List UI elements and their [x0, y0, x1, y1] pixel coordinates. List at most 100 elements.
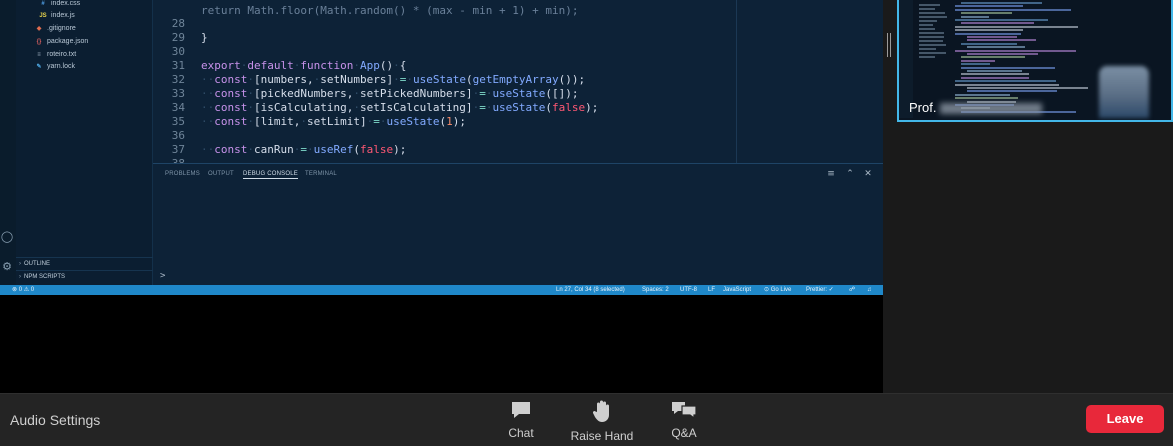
chat-button[interactable]: Chat	[501, 400, 541, 440]
video-file-line	[919, 48, 936, 50]
tab-problems[interactable]: PROBLEMS	[165, 171, 200, 177]
tab-output[interactable]: OUTPUT	[208, 171, 234, 177]
code-line: 38 ··useEffect(()·=>·{	[153, 143, 327, 184]
file-item[interactable]: ✎ yarn.lock	[34, 61, 75, 73]
audio-settings-button[interactable]: Audio Settings	[10, 412, 100, 428]
file-item[interactable]: {} package.json	[34, 36, 89, 48]
hand-icon	[592, 400, 609, 422]
participant-name: Prof.	[909, 100, 1043, 115]
video-code-line	[961, 22, 1034, 25]
file-name: yarn.lock	[47, 63, 76, 70]
qa-button[interactable]: Q&A	[666, 400, 702, 440]
vscode-window: ◯ ⚙ # index.css JS index.js ◆ .gitignore {}…	[0, 0, 883, 295]
leave-button[interactable]: Leave	[1086, 405, 1164, 433]
video-code-line	[961, 15, 989, 18]
file-item[interactable]: ◆ .gitignore	[34, 23, 76, 35]
tab-debug-console[interactable]: DEBUG CONSOLE	[243, 171, 298, 179]
npm-scripts-section[interactable]: › NPM SCRIPTS	[16, 270, 153, 282]
video-file-line	[919, 32, 944, 34]
file-name: roteiro.txt	[47, 51, 77, 58]
editor-ruler	[736, 0, 737, 163]
meeting-controls: Audio Settings Chat Raise Hand Q&A Leave	[0, 393, 1173, 446]
video-code-line	[955, 49, 1076, 52]
cursor-position[interactable]: Ln 27, Col 34 (8 selected)	[556, 285, 625, 295]
video-code-line	[961, 76, 1029, 79]
video-file-line	[919, 24, 933, 26]
raise-hand-button[interactable]: Raise Hand	[566, 400, 638, 443]
resize-handle[interactable]	[887, 33, 891, 57]
video-code-line	[967, 46, 1025, 49]
file-item[interactable]: ≡ roteiro.txt	[34, 49, 76, 61]
chevron-up-icon[interactable]: ⌃	[845, 169, 855, 179]
code-editor[interactable]: return Math.floor(Math.random() * (max -…	[153, 0, 883, 198]
video-file-line	[919, 52, 946, 54]
file-name: index.js	[51, 12, 75, 19]
video-code-line	[955, 83, 1059, 86]
close-icon[interactable]: ✕	[863, 169, 873, 179]
file-item[interactable]: JS index.js	[38, 10, 75, 22]
participant-panel: Prof.	[883, 0, 1173, 393]
video-code-line	[967, 70, 1022, 72]
video-file-line	[919, 40, 943, 42]
video-code-line	[955, 97, 1018, 100]
code-line: 29	[153, 17, 219, 44]
code-line: 33 ··const·[isCalculating,·setIsCalculat…	[153, 73, 599, 114]
file-name: .gitignore	[47, 25, 76, 32]
video-code-line	[955, 29, 1023, 32]
shared-screen: ◯ ⚙ # index.css JS index.js ◆ .gitignore {}…	[0, 0, 883, 393]
text-file-icon: ≡	[37, 52, 41, 58]
video-file-line	[919, 8, 935, 10]
go-live-label: Go Live	[770, 287, 792, 293]
tab-terminal[interactable]: TERMINAL	[305, 171, 337, 177]
feedback-icon[interactable]: ☍	[849, 285, 855, 295]
bell-icon[interactable]: ♫	[867, 285, 872, 295]
file-item[interactable]: # index.css	[38, 0, 80, 10]
section-label: NPM SCRIPTS	[24, 274, 66, 280]
video-code-line	[955, 19, 1048, 21]
video-file-line	[919, 12, 945, 14]
video-file-line	[919, 16, 947, 18]
chevron-right-icon: ›	[19, 261, 21, 267]
indent-status[interactable]: Spaces: 2	[642, 285, 669, 295]
video-code-line	[955, 8, 1071, 11]
chat-icon	[512, 402, 530, 418]
code-line: 28 }	[153, 3, 219, 44]
css-file-icon: #	[41, 1, 45, 7]
file-name: package.json	[47, 38, 89, 45]
go-live-button[interactable]: ⊙ Go Live	[764, 285, 791, 295]
console-prompt[interactable]: >	[160, 271, 165, 281]
code-line: 35	[153, 101, 219, 128]
git-file-icon: ◆	[36, 26, 42, 32]
code-fragment: return Math.floor(Math.random() * (max -…	[201, 4, 579, 17]
meeting-window: ◯ ⚙ # index.css JS index.js ◆ .gitignore {}…	[0, 0, 1173, 446]
video-code-line	[961, 12, 1012, 15]
video-code-line	[961, 2, 1042, 4]
video-file-line	[919, 44, 946, 46]
video-code-line	[961, 73, 1029, 76]
video-file-line	[919, 4, 940, 6]
outline-section[interactable]: › OUTLINE	[16, 257, 153, 269]
npm-file-icon: {}	[36, 39, 42, 45]
encoding-status[interactable]: UTF-8	[680, 285, 697, 295]
language-status[interactable]: JavaScript	[723, 285, 751, 295]
code-line: 32 ··const·[pickedNumbers,·setPickedNumb…	[153, 59, 579, 100]
code-line: 30 export·default·function·App()·{	[153, 31, 407, 72]
video-code-line	[961, 59, 995, 62]
video-file-line	[919, 28, 935, 30]
video-code-line	[955, 93, 1010, 96]
eol-status[interactable]: LF	[708, 285, 715, 295]
blurred-name	[940, 103, 1043, 115]
participant-video[interactable]: Prof.	[897, 0, 1173, 122]
gear-icon[interactable]: ⚙	[0, 260, 14, 274]
account-icon[interactable]: ◯	[0, 230, 14, 244]
prettier-status[interactable]: Prettier: ✓	[806, 285, 834, 295]
video-code-line	[967, 39, 1036, 42]
video-code-line	[967, 90, 1057, 93]
participant-title: Prof.	[909, 100, 937, 115]
participant-camera	[1099, 66, 1149, 118]
problems-status[interactable]: ⊗ 0 ⚠ 0	[12, 285, 34, 295]
video-file-line	[919, 56, 935, 58]
chat-label: Chat	[508, 426, 534, 440]
qa-label: Q&A	[671, 426, 697, 440]
filter-icon[interactable]: ≡	[826, 169, 836, 179]
